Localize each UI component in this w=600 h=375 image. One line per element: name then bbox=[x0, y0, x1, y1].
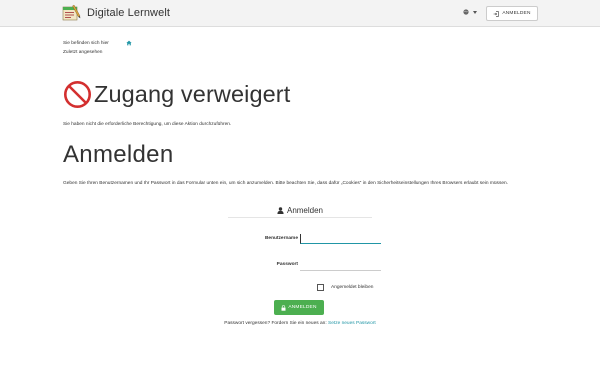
username-label: Benutzername bbox=[264, 236, 298, 241]
brand-link[interactable]: Digitale Lernwelt bbox=[62, 3, 170, 22]
navbar-login-button[interactable]: ANMELDEN bbox=[486, 6, 538, 21]
chevron-down-icon bbox=[473, 10, 477, 14]
login-heading: Anmelden bbox=[63, 141, 174, 168]
breadcrumb-location-label: Sie befinden sich hier bbox=[63, 40, 109, 46]
no-entry-icon bbox=[64, 81, 91, 108]
login-submit-button[interactable]: ANMELDEN bbox=[274, 300, 324, 315]
login-form-title: Anmelden bbox=[228, 204, 372, 218]
lock-icon bbox=[281, 304, 286, 311]
recently-viewed-link[interactable]: Zuletzt angesehen bbox=[63, 50, 102, 55]
access-denied-header: Zugang verweigert bbox=[63, 80, 290, 109]
sign-in-icon bbox=[493, 10, 500, 17]
username-input[interactable] bbox=[300, 234, 381, 244]
digitale-lernwelt-logo bbox=[62, 4, 81, 21]
breadcrumb: Sie befinden sich hier bbox=[63, 40, 132, 46]
remember-me-label: Angemeldet bleiben bbox=[331, 285, 374, 290]
remember-me-option[interactable]: Angemeldet bleiben bbox=[310, 284, 373, 291]
forgot-password-text: Passwort vergessen? Fordern Sie ein neue… bbox=[0, 321, 600, 326]
home-icon[interactable] bbox=[126, 40, 132, 46]
password-input[interactable] bbox=[300, 261, 381, 271]
language-menu[interactable] bbox=[463, 9, 477, 15]
navbar-login-label: ANMELDEN bbox=[502, 11, 531, 16]
top-navbar: Digitale Lernwelt ANMELDEN bbox=[0, 0, 600, 27]
forgot-password-prompt: Passwort vergessen? Fordern Sie ein neue… bbox=[224, 321, 327, 326]
login-info-text: Geben Sie Ihren Benutzernamen und Ihr Pa… bbox=[63, 181, 509, 186]
login-form-title-label: Anmelden bbox=[286, 206, 324, 215]
reset-password-link[interactable]: Setze neues Passwort bbox=[328, 321, 376, 326]
login-submit-label: ANMELDEN bbox=[288, 305, 317, 310]
access-denied-title: Zugang verweigert bbox=[94, 81, 291, 107]
user-icon bbox=[277, 207, 284, 214]
brand-name: Digitale Lernwelt bbox=[87, 6, 171, 19]
globe-icon bbox=[463, 9, 469, 15]
access-denied-message: Sie haben nicht die erforderliche Berech… bbox=[63, 122, 232, 127]
remember-me-checkbox[interactable] bbox=[317, 284, 324, 291]
password-label: Passwort bbox=[276, 262, 298, 267]
